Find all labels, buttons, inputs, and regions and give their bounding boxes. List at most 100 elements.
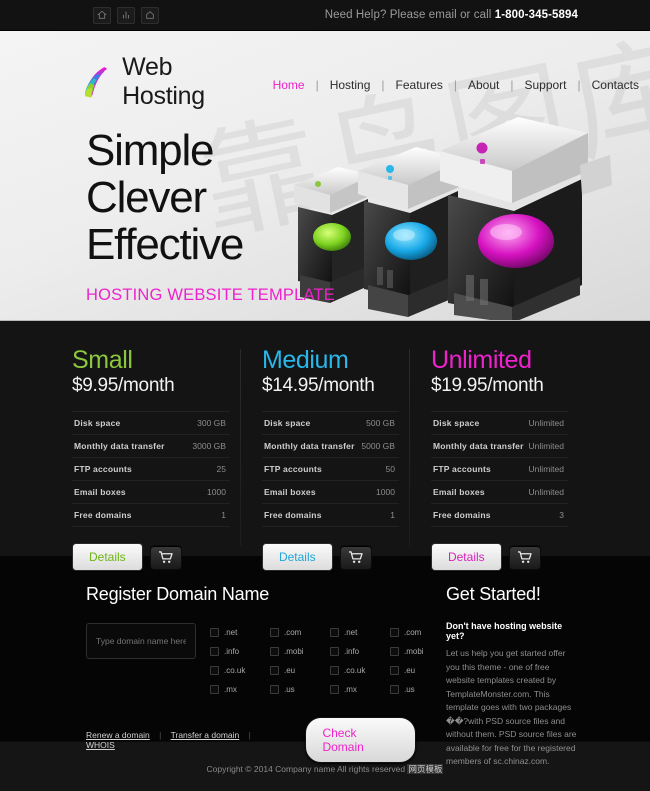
tld-label: .mobi [404, 647, 424, 656]
get-started-title: Get Started! [446, 584, 541, 604]
top-bar: Need Help? Please email or call 1-800-34… [0, 0, 650, 31]
tld-label: .mx [224, 685, 237, 694]
checkbox-icon[interactable] [210, 666, 219, 675]
hero-line-1: Simple [86, 126, 214, 175]
nav-item-about[interactable]: About [457, 78, 510, 92]
tld-label: .co.uk [344, 666, 366, 675]
feature-value: 5000 GB [361, 441, 395, 451]
feature-label: Email boxes [432, 487, 485, 497]
nav-item-contacts[interactable]: Contacts [581, 78, 650, 92]
tld-option[interactable]: .com [270, 623, 320, 642]
tld-checkbox-grid: .net .info .co.uk .mx .com .mobi .eu .us… [210, 623, 440, 699]
plan-feature-list: Disk space 300 GB Monthly data transfer … [72, 411, 230, 527]
checkbox-icon[interactable] [390, 685, 399, 694]
tld-option[interactable]: .co.uk [330, 661, 380, 680]
copyright-text: Copyright © 2014 Company name All rights… [206, 763, 408, 774]
domain-name-input[interactable] [86, 623, 196, 659]
tld-option[interactable]: .info [330, 642, 380, 661]
checkbox-icon[interactable] [330, 628, 339, 637]
checkbox-icon[interactable] [210, 647, 219, 656]
footer-cn-mark: 网页模板 [407, 763, 444, 774]
feature-value: 1000 [207, 487, 226, 497]
register-title: Register Domain Name [86, 584, 270, 604]
tld-column: .com .mobi .eu .us [390, 623, 440, 699]
renew-domain-link[interactable]: Renew a domain [86, 730, 150, 740]
feature-row: FTP accounts 50 [261, 458, 399, 481]
feature-row: Disk space 500 GB [261, 411, 399, 435]
tld-option[interactable]: .co.uk [210, 661, 260, 680]
lower-section: Register Domain Name .net .info .co.uk .… [0, 556, 650, 766]
transfer-domain-link[interactable]: Transfer a domain [171, 730, 240, 740]
nav-item-support[interactable]: Support [513, 78, 577, 92]
link-separator: | [159, 730, 162, 740]
logo[interactable]: Web Hosting [82, 53, 226, 111]
footer-copyright: Copyright © 2014 Company name All rights… [207, 763, 444, 775]
check-domain-button[interactable]: Check Domain [305, 717, 416, 763]
checkbox-icon[interactable] [390, 647, 399, 656]
feature-label: Disk space [74, 418, 121, 428]
tld-option[interactable]: .eu [270, 661, 320, 680]
register-domain-panel: Register Domain Name .net .info .co.uk .… [86, 584, 424, 763]
logo-text: Web Hosting [122, 53, 205, 110]
hero-headline: Simple Clever Effective [86, 127, 650, 268]
checkbox-icon[interactable] [270, 685, 279, 694]
help-phone: 1-800-345-5894 [494, 9, 578, 21]
tld-option[interactable]: .info [210, 642, 260, 661]
get-started-subtitle: Don't have hosting website yet? [446, 621, 563, 641]
plan-feature-list: Disk space 500 GB Monthly data transfer … [261, 411, 399, 527]
feature-label: FTP accounts [263, 464, 322, 474]
nav-item-home[interactable]: Home [262, 78, 316, 92]
tld-option[interactable]: .net [330, 623, 380, 642]
details-button[interactable]: Details [72, 543, 143, 571]
tld-option[interactable]: .com [390, 623, 440, 642]
tld-option[interactable]: .mobi [390, 642, 440, 661]
checkbox-icon[interactable] [210, 685, 219, 694]
plan-price: $9.95/month [72, 375, 175, 396]
add-to-cart-button[interactable] [339, 544, 372, 570]
home-icon[interactable] [93, 6, 111, 24]
tld-option[interactable]: .mobi [270, 642, 320, 661]
add-to-cart-button[interactable] [508, 544, 541, 570]
checkbox-icon[interactable] [330, 647, 339, 656]
tld-column: .net .info .co.uk .mx [330, 623, 380, 699]
feature-label: Disk space [263, 418, 311, 428]
feature-label: Monthly data transfer [263, 441, 355, 451]
tld-option[interactable]: .mx [210, 680, 260, 699]
tld-option[interactable]: .mx [330, 680, 380, 699]
site-header: Web Hosting Home | Hosting | Features | … [0, 31, 650, 111]
checkbox-icon[interactable] [390, 666, 399, 675]
feature-row: Email boxes 1000 [72, 481, 230, 504]
feature-row: Monthly data transfer 3000 GB [72, 435, 230, 458]
nav-item-hosting[interactable]: Hosting [319, 78, 382, 92]
tld-option[interactable]: .eu [390, 661, 440, 680]
whois-link[interactable]: WHOIS [86, 740, 115, 750]
tld-option[interactable]: .us [390, 680, 440, 699]
checkbox-icon[interactable] [270, 647, 279, 656]
plan-feature-list: Disk space Unlimited Monthly data transf… [430, 411, 568, 527]
nav-item-features[interactable]: Features [385, 78, 454, 92]
register-body: .net .info .co.uk .mx .com .mobi .eu .us… [86, 623, 424, 699]
checkbox-icon[interactable] [330, 685, 339, 694]
details-button[interactable]: Details [261, 543, 333, 571]
shopping-cart-icon [349, 550, 363, 563]
checkbox-icon[interactable] [210, 628, 219, 637]
mail-icon[interactable] [141, 6, 159, 24]
checkbox-icon[interactable] [390, 628, 399, 637]
feature-row: Free domains 3 [430, 504, 568, 527]
rss-icon[interactable] [117, 6, 135, 24]
tld-label: .info [344, 647, 360, 656]
tld-option[interactable]: .net [210, 623, 260, 642]
checkbox-icon[interactable] [270, 666, 279, 675]
hero-copy: Simple Clever Effective HOSTING WEBSITE … [86, 127, 650, 305]
feature-value: 1000 [376, 487, 395, 497]
get-started-panel: Get Started! Don't have hosting website … [446, 584, 578, 766]
tld-option[interactable]: .us [270, 680, 320, 699]
add-to-cart-button[interactable] [149, 544, 182, 570]
feature-label: Email boxes [263, 487, 316, 497]
checkbox-icon[interactable] [270, 628, 279, 637]
tld-label: .com [404, 628, 422, 637]
plan-card-small: Small $9.95/month Disk space 300 GB Mont… [72, 347, 240, 571]
details-button[interactable]: Details [430, 543, 502, 571]
checkbox-icon[interactable] [330, 666, 339, 675]
feature-value: 1 [390, 510, 395, 520]
